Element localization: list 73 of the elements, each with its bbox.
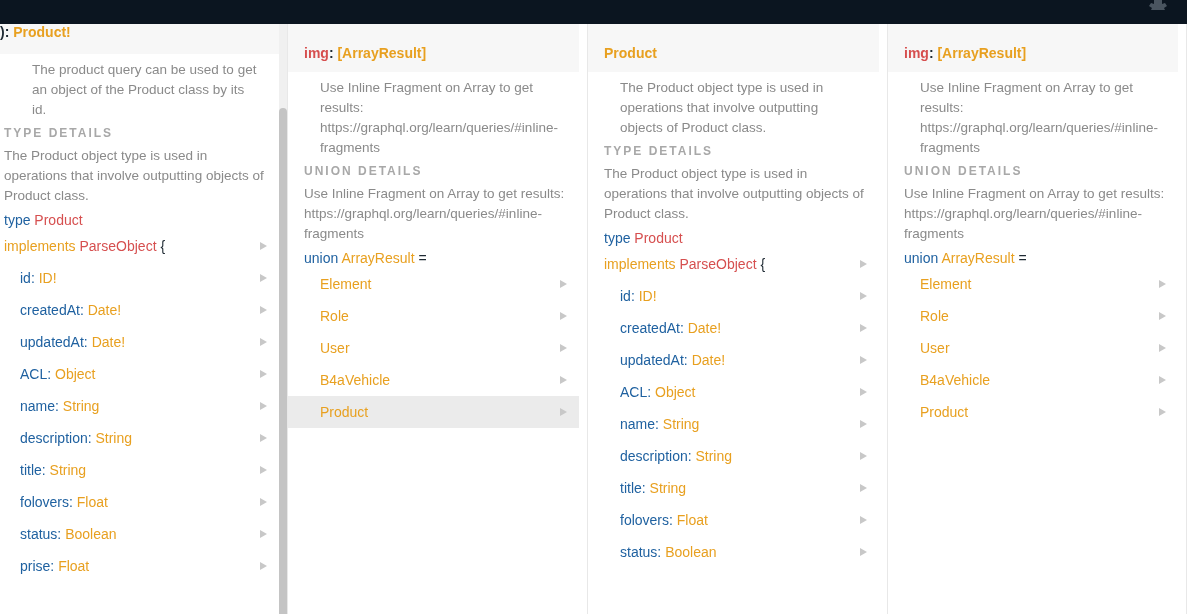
chevron-right-icon bbox=[860, 388, 867, 396]
section-description: Use Inline Fragment on Array to get results: https://graphql.org/learn/queries/#inline-fragments bbox=[903, 185, 1166, 243]
header-title: Product bbox=[604, 45, 657, 61]
chevron-right-icon bbox=[260, 466, 267, 474]
chevron-right-icon bbox=[860, 452, 867, 460]
field-row[interactable]: title: String bbox=[588, 472, 879, 504]
field-row[interactable]: id: ID! bbox=[0, 262, 279, 294]
field-row[interactable]: createdAt: Date! bbox=[588, 312, 879, 344]
chevron-right-icon bbox=[260, 434, 267, 442]
chevron-right-icon bbox=[860, 324, 867, 332]
chevron-right-icon bbox=[260, 402, 267, 410]
field-row[interactable]: name: String bbox=[588, 408, 879, 440]
header-title: img: [ArrayResult] bbox=[904, 45, 1027, 61]
field-row[interactable]: description: String bbox=[588, 440, 879, 472]
chevron-right-icon bbox=[1159, 408, 1166, 416]
chevron-right-icon bbox=[560, 312, 567, 320]
description-text: Use Inline Fragment on Array to get results: https://graphql.org/learn/queries/#inline-fragments bbox=[919, 79, 1159, 157]
chevron-right-icon bbox=[260, 242, 267, 250]
field-row[interactable]: description: String bbox=[0, 422, 279, 454]
chevron-right-icon bbox=[560, 344, 567, 352]
section-description: The Product object type is used in operations that involve outputting objects of Product class. bbox=[603, 165, 865, 223]
field-row[interactable]: status: Boolean bbox=[0, 518, 279, 550]
chevron-right-icon bbox=[260, 370, 267, 378]
chevron-right-icon bbox=[860, 516, 867, 524]
description-text: The product query can be used to get an object of the Product class by its id. bbox=[31, 61, 258, 119]
chevron-right-icon bbox=[1159, 280, 1166, 288]
field-row[interactable]: updatedAt: Date! bbox=[0, 326, 279, 358]
chevron-right-icon bbox=[860, 548, 867, 556]
section-title: UNION DETAILS bbox=[303, 163, 424, 180]
chevron-right-icon bbox=[1159, 344, 1166, 352]
chevron-right-icon bbox=[860, 484, 867, 492]
field-row[interactable]: folovers: Float bbox=[588, 504, 879, 536]
section-title: TYPE DETAILS bbox=[603, 143, 715, 160]
type-declaration: type Product bbox=[3, 211, 84, 230]
chevron-right-icon bbox=[860, 420, 867, 428]
chevron-right-icon bbox=[560, 280, 567, 288]
field-row[interactable]: createdAt: Date! bbox=[0, 294, 279, 326]
field-row[interactable]: ACL: Object bbox=[588, 376, 879, 408]
chevron-right-icon bbox=[1159, 376, 1166, 384]
header-title: img: [ArrayResult] bbox=[304, 45, 427, 61]
field-row[interactable]: updatedAt: Date! bbox=[588, 344, 879, 376]
chevron-right-icon bbox=[860, 356, 867, 364]
field-row[interactable]: name: String bbox=[0, 390, 279, 422]
chevron-right-icon bbox=[260, 274, 267, 282]
section-title: UNION DETAILS bbox=[903, 163, 1024, 180]
chevron-right-icon bbox=[860, 292, 867, 300]
field-row[interactable]: status: Boolean bbox=[588, 536, 879, 568]
chevron-right-icon bbox=[560, 408, 567, 416]
field-row[interactable]: id: ID! bbox=[588, 280, 879, 312]
chevron-right-icon bbox=[260, 562, 267, 570]
implements-row[interactable]: implements ParseObject { bbox=[0, 230, 279, 262]
field-row[interactable]: folovers: Float bbox=[0, 486, 279, 518]
chevron-right-icon bbox=[1159, 312, 1166, 320]
section-description: The Product object type is used in operations that involve outputting objects of Product class. bbox=[3, 147, 265, 205]
chevron-right-icon bbox=[260, 530, 267, 538]
chevron-right-icon bbox=[260, 498, 267, 506]
section-description: Use Inline Fragment on Array to get results: https://graphql.org/learn/queries/#inline-fragments bbox=[303, 185, 566, 243]
section-title: TYPE DETAILS bbox=[3, 125, 115, 142]
chevron-right-icon bbox=[560, 376, 567, 384]
header-title: ): Product! bbox=[0, 24, 71, 40]
chevron-right-icon bbox=[260, 306, 267, 314]
chevron-right-icon bbox=[260, 338, 267, 346]
chevron-right-icon bbox=[860, 260, 867, 268]
description-text: Use Inline Fragment on Array to get results: https://graphql.org/learn/queries/#inline-fragments bbox=[319, 79, 559, 157]
type-declaration: type Product bbox=[603, 229, 684, 248]
scrollbar[interactable] bbox=[279, 24, 287, 614]
description-text: The Product object type is used in operations that involve outputting objects of Product class. bbox=[619, 79, 825, 137]
union-declaration: union ArrayResult = bbox=[303, 249, 428, 268]
union-declaration: union ArrayResult = bbox=[903, 249, 1028, 268]
field-row[interactable]: title: String bbox=[0, 454, 279, 486]
field-row[interactable]: ACL: Object bbox=[0, 358, 279, 390]
implements-row[interactable]: implements ParseObject { bbox=[588, 248, 879, 280]
field-row[interactable]: prise: Float bbox=[0, 550, 279, 582]
